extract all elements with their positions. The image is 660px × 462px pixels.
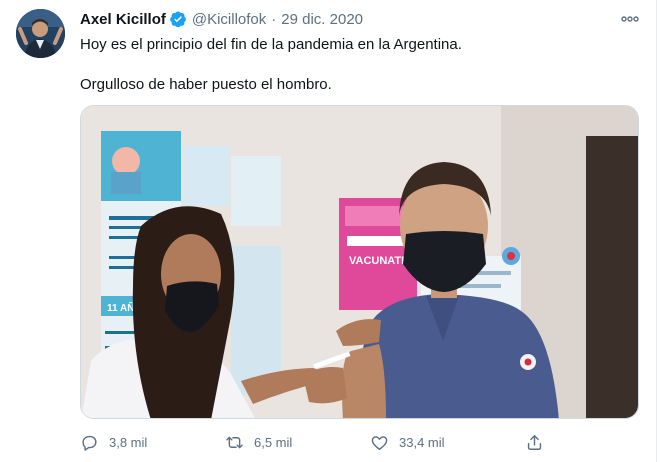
retweet-icon: [226, 436, 243, 448]
reply-button[interactable]: 3,8 mil: [80, 430, 147, 454]
reply-count: 3,8 mil: [109, 434, 148, 450]
tweet-header: Axel Kicillof @Kicillofok · 29 dic. 2020: [80, 9, 363, 29]
like-count: 33,4 mil: [399, 434, 445, 450]
author-handle[interactable]: @Kicillofok: [192, 11, 266, 28]
tweet-date[interactable]: 29 dic. 2020: [281, 11, 363, 28]
tweet-card: Axel Kicillof @Kicillofok · 29 dic. 2020…: [0, 0, 657, 462]
more-options-icon[interactable]: [620, 11, 640, 27]
retweet-button[interactable]: 6,5 mil: [225, 430, 292, 454]
reply-icon: [82, 435, 97, 451]
like-button[interactable]: 33,4 mil: [370, 430, 445, 454]
tweet-photo[interactable]: 11 AÑOS VACUNATE: [80, 105, 639, 419]
tweet-text-line-2: Orgulloso de haber puesto el hombro.: [80, 76, 332, 93]
poster-vacunate-text: VACUNATE: [349, 255, 408, 267]
retweet-count: 6,5 mil: [254, 434, 293, 450]
tweet-actions: 3,8 mil 6,5 mil 33,4 mil: [80, 430, 550, 454]
tweet-text-line-1: Hoy es el principio del fin de la pandem…: [80, 36, 462, 53]
separator-dot: ·: [271, 10, 277, 28]
heart-icon: [371, 435, 388, 450]
share-icon: [527, 434, 542, 450]
verified-badge-icon: [169, 11, 186, 28]
avatar[interactable]: [16, 9, 65, 58]
share-button[interactable]: [525, 430, 544, 454]
author-name[interactable]: Axel Kicillof: [80, 11, 166, 28]
